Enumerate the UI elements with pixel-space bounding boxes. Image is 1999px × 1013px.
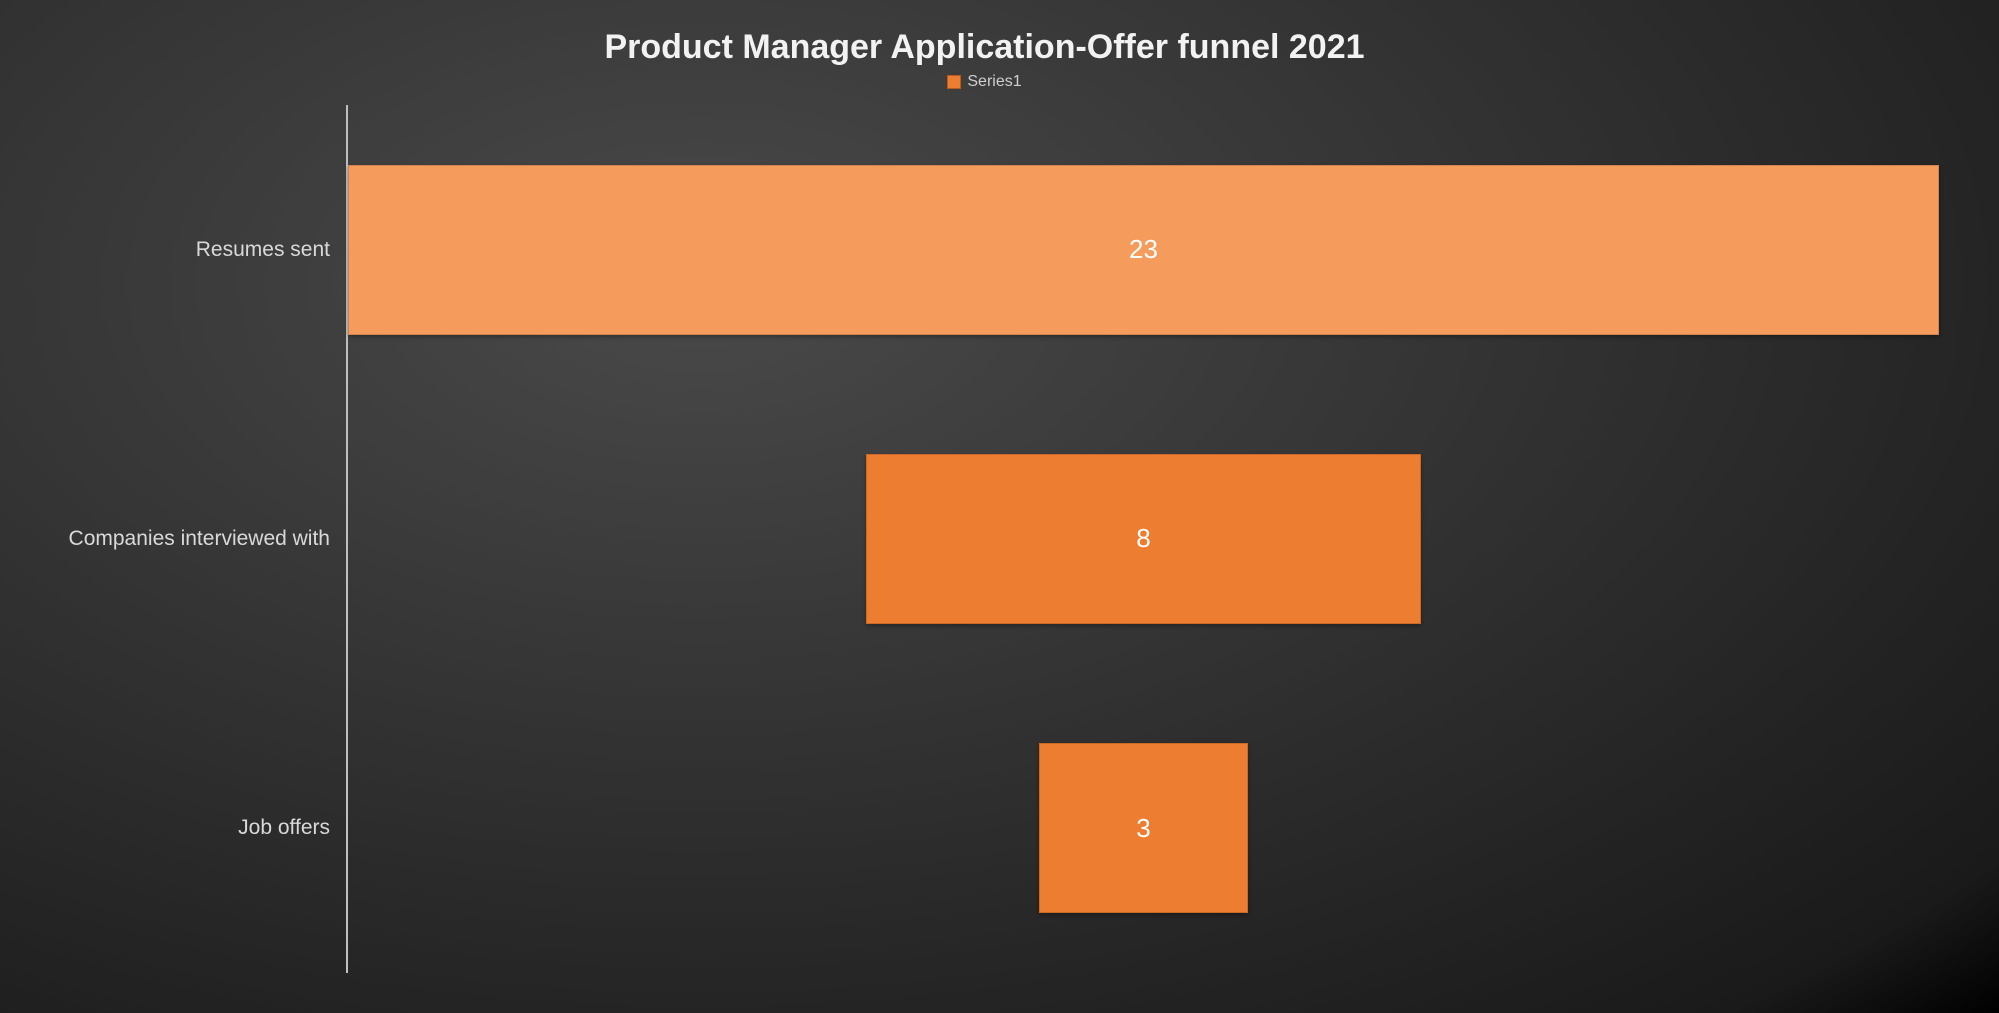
category-label: Companies interviewed with: [30, 394, 330, 683]
data-label: 3: [1136, 813, 1150, 844]
legend-swatch-series1: [947, 75, 961, 89]
funnel-chart: Product Manager Application-Offer funnel…: [0, 0, 1999, 1013]
data-label: 8: [1136, 523, 1150, 554]
funnel-row: 3: [348, 684, 1939, 973]
data-label: 23: [1129, 234, 1158, 265]
legend-label-series1: Series1: [967, 73, 1021, 90]
funnel-row: 23: [348, 105, 1939, 394]
chart-legend: Series1: [30, 73, 1939, 91]
funnel-bar: 8: [866, 454, 1421, 624]
funnel-row: 8: [348, 394, 1939, 683]
bars-container: 23 8 3: [346, 105, 1939, 973]
category-axis: Resumes sent Companies interviewed with …: [30, 105, 346, 973]
funnel-bar: 23: [348, 165, 1939, 335]
category-label: Job offers: [30, 684, 330, 973]
plot-area: Resumes sent Companies interviewed with …: [30, 105, 1939, 973]
category-label: Resumes sent: [30, 105, 330, 394]
chart-title: Product Manager Application-Offer funnel…: [30, 28, 1939, 67]
funnel-bar: 3: [1039, 743, 1249, 913]
